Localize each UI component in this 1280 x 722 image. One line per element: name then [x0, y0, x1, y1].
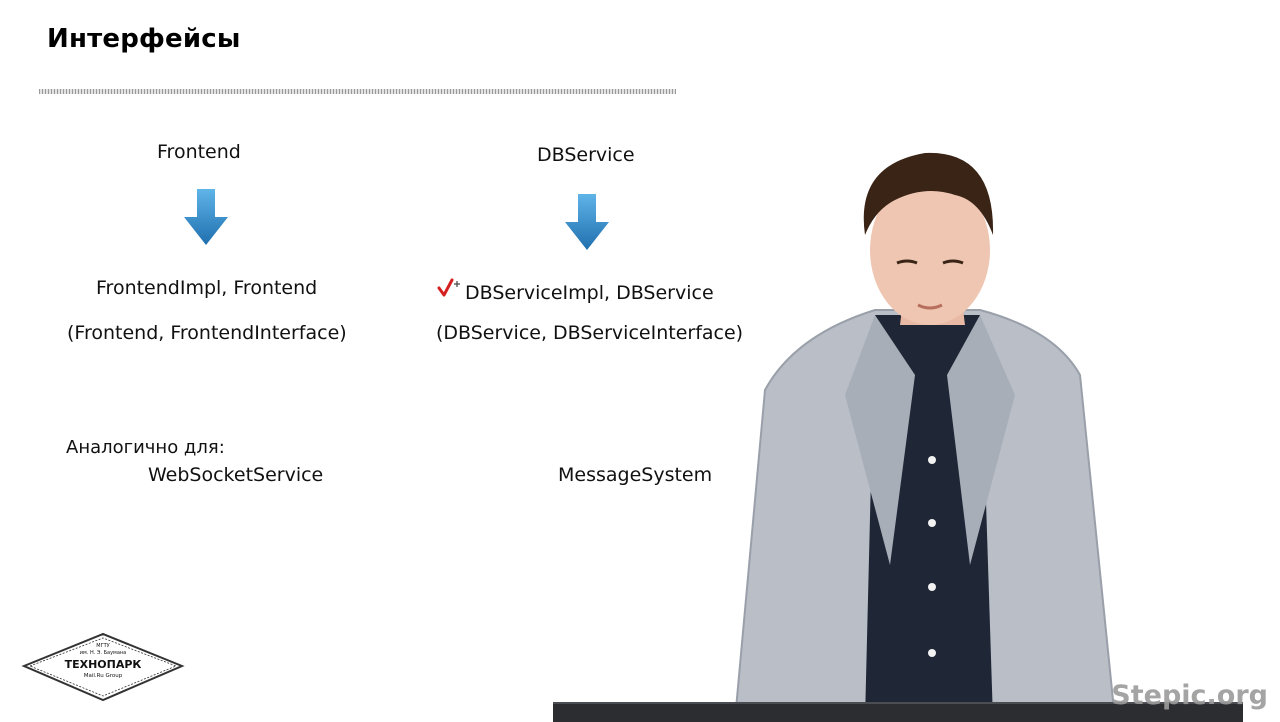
down-arrow-icon [184, 189, 228, 245]
frontend-label: Frontend [157, 141, 241, 163]
dbservice-impl-label: DBServiceImpl, DBService [465, 282, 714, 304]
logo-line2: им. Н. Э. Баумана [80, 650, 126, 656]
stepic-watermark: Stepic.org [1111, 680, 1268, 711]
message-system-label: MessageSystem [558, 464, 713, 486]
dbservice-alt-label: (DBService, DBServiceInterface) [436, 322, 744, 344]
logo-sub: Mail.Ru Group [84, 673, 123, 679]
down-arrow-icon [565, 194, 609, 250]
frontend-alt-label: (Frontend, FrontendInterface) [67, 322, 347, 344]
frontend-impl-label: FrontendImpl, Frontend [96, 277, 318, 299]
dbservice-label: DBService [537, 144, 635, 166]
slide-title: Интерфейсы [47, 24, 241, 54]
presenter-video [733, 152, 1117, 720]
technopark-logo: МГТУ им. Н. Э. Баумана ТЕХНОПАРК Mail.Ru… [21, 632, 185, 702]
checkmark-cursor-icon [437, 278, 460, 297]
similar-label: Аналогично для: [66, 437, 225, 458]
title-divider [39, 89, 676, 94]
websocket-service-label: WebSocketService [148, 464, 324, 486]
logo-brand: ТЕХНОПАРК [65, 658, 142, 671]
logo-line1: МГТУ [96, 643, 109, 649]
